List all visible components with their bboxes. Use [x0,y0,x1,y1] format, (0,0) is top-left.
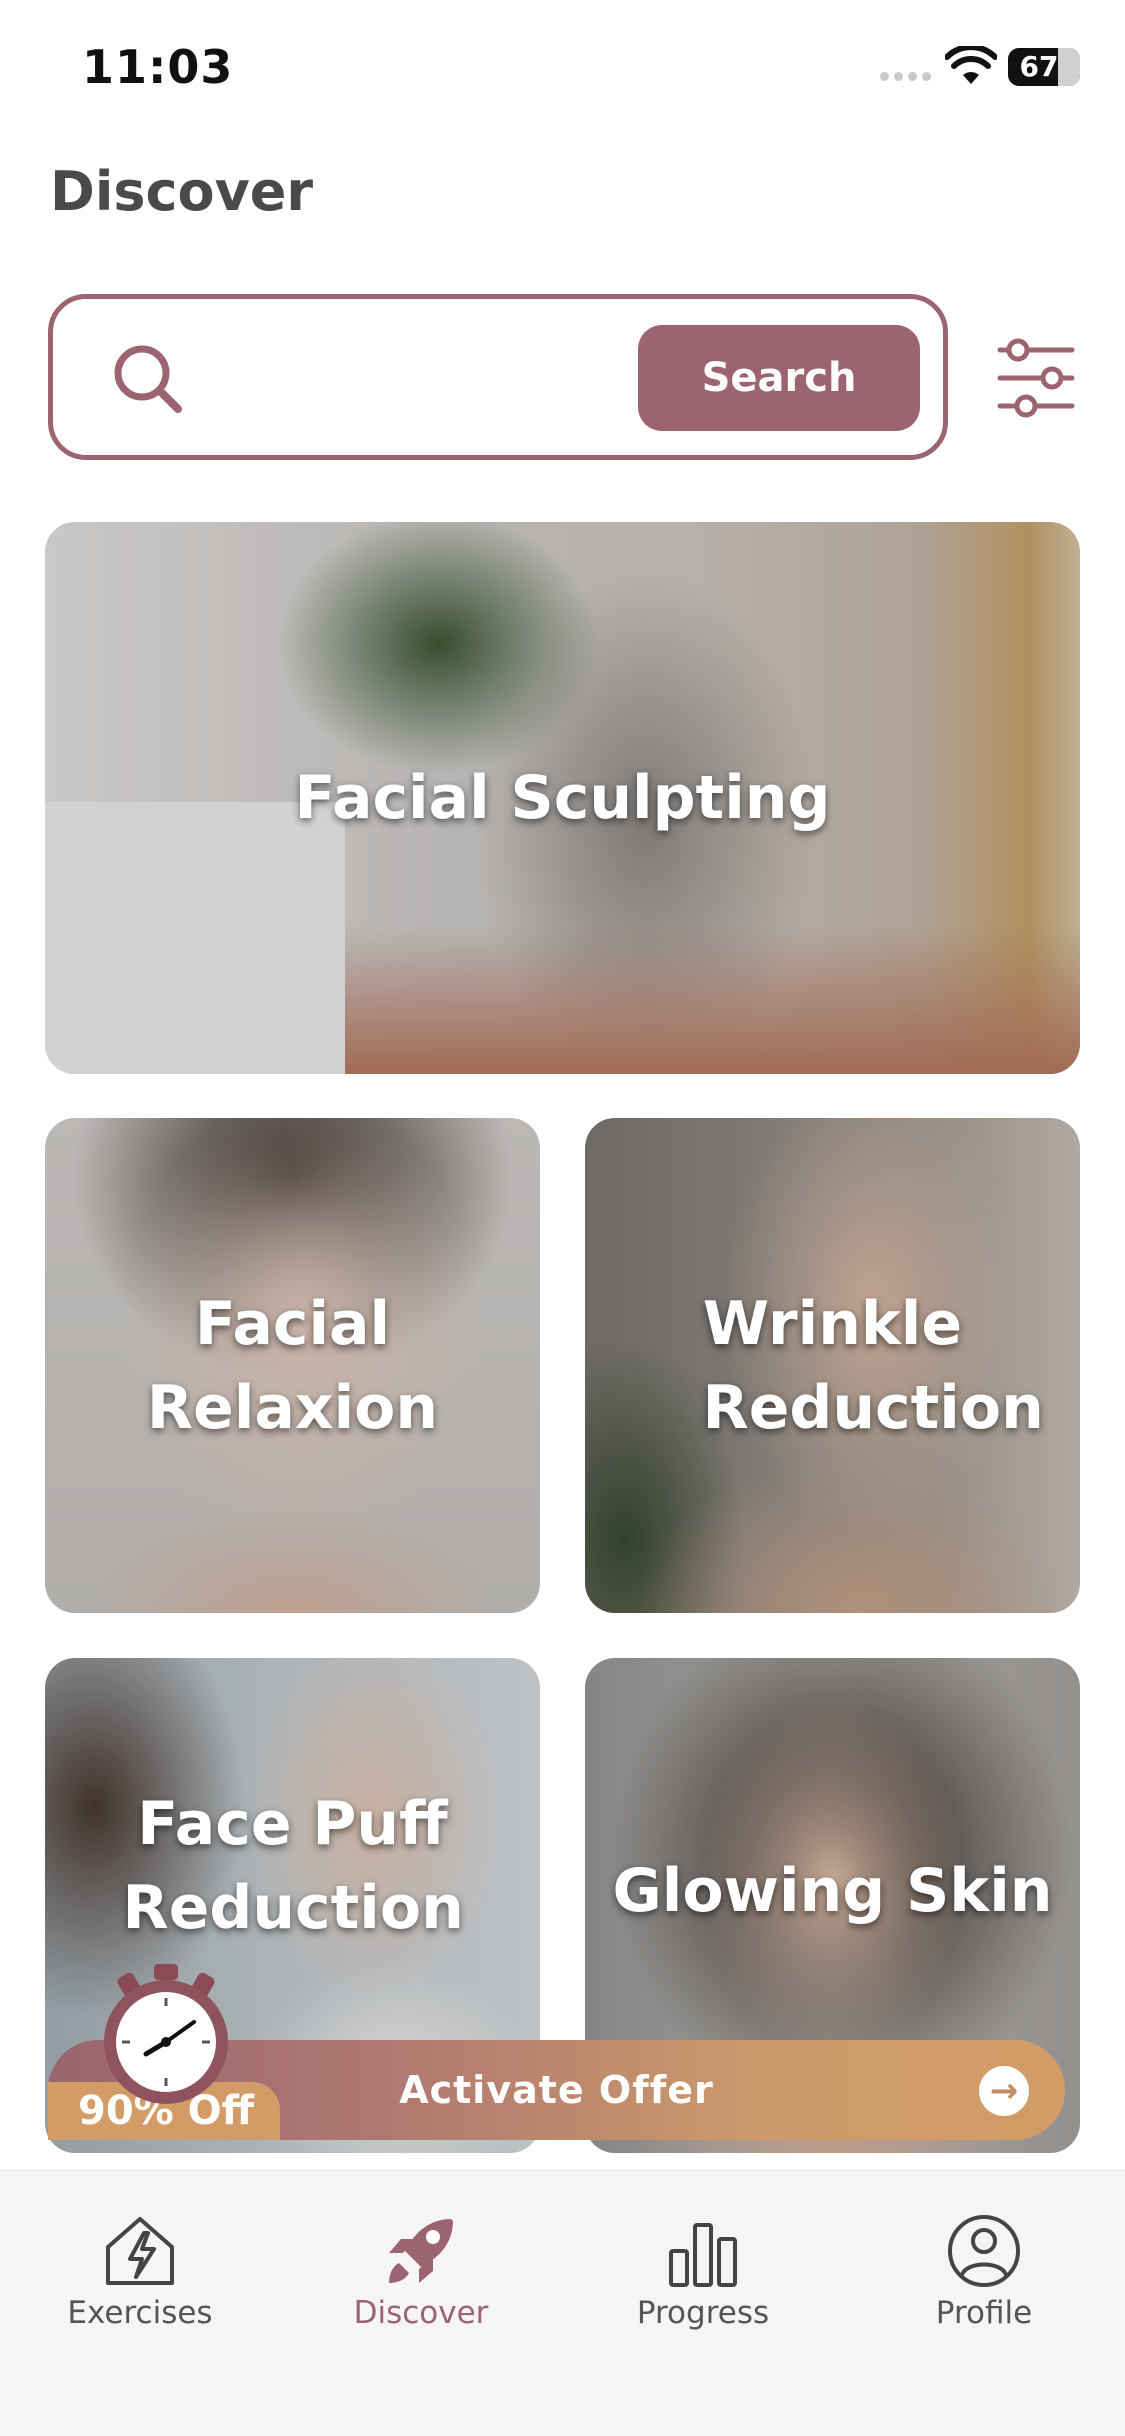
cellular-signal-icon [880,72,931,81]
category-label: Facial Relaxion [146,1288,439,1443]
bar-chart-icon [669,2223,737,2287]
status-time: 11:03 [82,40,234,94]
status-bar: 11:03 67 [0,0,1125,140]
nav-label-discover: Discover [353,2295,489,2331]
search-button[interactable]: Search [638,325,920,431]
wifi-icon [945,46,997,84]
category-card-facial-sculpting[interactable]: Facial Sculpting [45,522,1080,1074]
bottom-nav: Exercises Discover Progress Profile [0,2170,1125,2436]
nav-label-exercises: Exercises [67,2295,213,2331]
rocket-icon [389,2219,453,2283]
page-title: Discover [50,160,314,223]
category-label: Wrinkle Reduction [702,1288,1044,1443]
nav-item-discover[interactable]: Discover [321,2211,521,2331]
category-label: Face Puff Reduction [122,1788,464,1943]
search-icon [114,345,182,413]
filter-sliders-icon[interactable] [996,336,1076,420]
nav-label-progress: Progress [636,2295,770,2331]
search-input[interactable]: Search [48,294,948,460]
stopwatch-icon [104,1964,228,2104]
battery-icon: 67 [1008,48,1080,86]
category-card-wrinkle-reduction[interactable]: Wrinkle Reduction [585,1118,1080,1613]
category-label: Facial Sculpting [294,763,831,833]
category-card-facial-relaxion[interactable]: Facial Relaxion [45,1118,540,1613]
nav-item-profile[interactable]: Profile [884,2211,1084,2331]
nav-item-exercises[interactable]: Exercises [40,2211,240,2331]
lightning-house-icon [106,2217,174,2285]
user-circle-icon [948,2215,1020,2287]
nav-label-profile: Profile [935,2295,1033,2331]
battery-level: 67 [1019,50,1059,83]
nav-item-progress[interactable]: Progress [603,2211,803,2331]
category-label: Glowing Skin [612,1855,1053,1926]
arrow-right-icon[interactable]: → [979,2066,1029,2116]
